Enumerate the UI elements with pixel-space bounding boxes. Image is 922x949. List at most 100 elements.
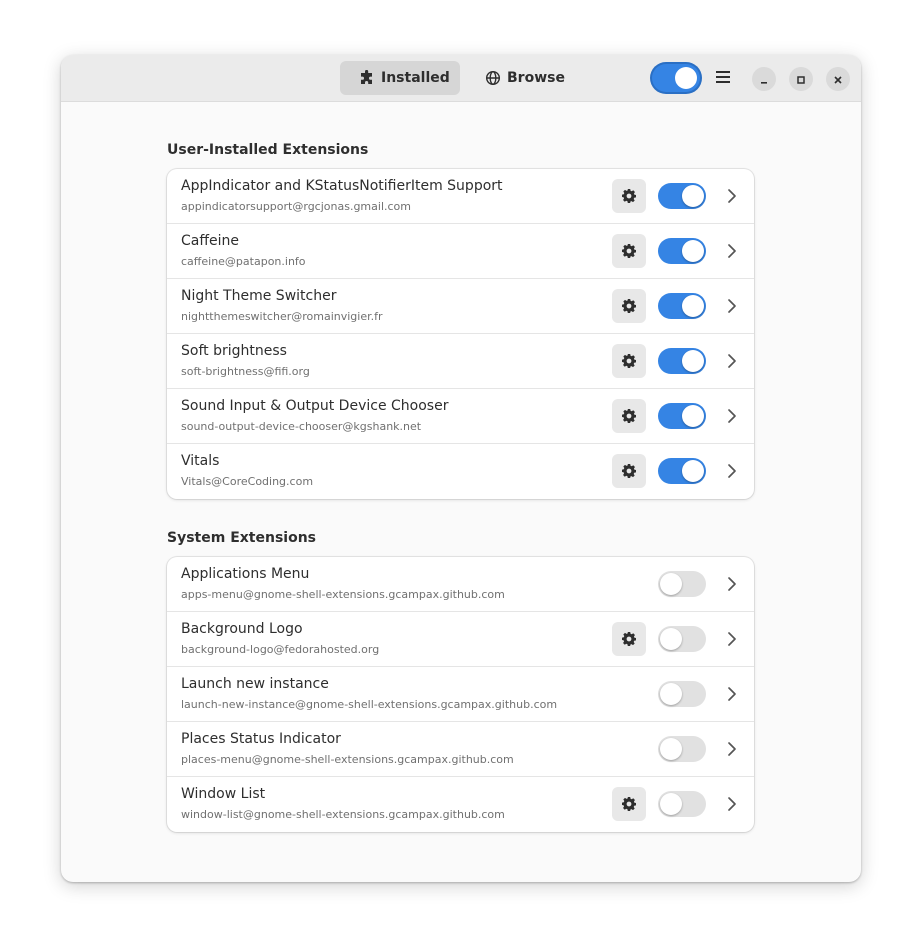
switch-knob bbox=[660, 573, 682, 595]
gear-icon bbox=[621, 188, 637, 204]
section-title-system: System Extensions bbox=[167, 530, 316, 546]
extension-name: Night Theme Switcher bbox=[181, 288, 337, 304]
extension-name: Caffeine bbox=[181, 233, 239, 249]
switch-knob bbox=[682, 240, 704, 262]
chevron-right-icon[interactable] bbox=[725, 243, 739, 259]
gear-icon bbox=[621, 631, 637, 647]
extension-uuid: apps-menu@gnome-shell-extensions.gcampax… bbox=[181, 588, 505, 601]
extension-uuid: launch-new-instance@gnome-shell-extensio… bbox=[181, 698, 558, 711]
extension-enable-switch[interactable] bbox=[658, 458, 706, 484]
extension-uuid: nightthemeswitcher@romainvigier.fr bbox=[181, 310, 383, 323]
switch-knob bbox=[660, 793, 682, 815]
extension-settings-button[interactable] bbox=[612, 344, 646, 378]
section-title-user: User-Installed Extensions bbox=[167, 142, 369, 158]
switch-knob bbox=[682, 350, 704, 372]
gear-icon bbox=[621, 796, 637, 812]
close-icon bbox=[833, 70, 843, 89]
chevron-right-icon[interactable] bbox=[725, 353, 739, 369]
extension-enable-switch[interactable] bbox=[658, 681, 706, 707]
switch-knob bbox=[682, 460, 704, 482]
switch-knob bbox=[682, 185, 704, 207]
system-extensions-list: Applications Menu apps-menu@gnome-shell-e… bbox=[167, 557, 754, 832]
extension-uuid: places-menu@gnome-shell-extensions.gcamp… bbox=[181, 753, 514, 766]
extension-uuid: window-list@gnome-shell-extensions.gcamp… bbox=[181, 808, 505, 821]
extension-row[interactable]: Vitals Vitals@CoreCoding.com bbox=[167, 444, 754, 499]
extension-row[interactable]: Caffeine caffeine@patapon.info bbox=[167, 224, 754, 279]
globe-icon bbox=[485, 70, 501, 86]
chevron-right-icon[interactable] bbox=[725, 686, 739, 702]
user-extensions-list: AppIndicator and KStatusNotifierItem Sup… bbox=[167, 169, 754, 499]
extension-name: AppIndicator and KStatusNotifierItem Sup… bbox=[181, 178, 503, 194]
extension-enable-switch[interactable] bbox=[658, 571, 706, 597]
chevron-right-icon[interactable] bbox=[725, 463, 739, 479]
chevron-right-icon[interactable] bbox=[725, 796, 739, 812]
switch-knob bbox=[682, 405, 704, 427]
extension-enable-switch[interactable] bbox=[658, 293, 706, 319]
extension-name: Sound Input & Output Device Chooser bbox=[181, 398, 449, 414]
chevron-right-icon[interactable] bbox=[725, 741, 739, 757]
extension-name: Background Logo bbox=[181, 621, 303, 637]
extension-enable-switch[interactable] bbox=[658, 736, 706, 762]
extension-uuid: appindicatorsupport@rgcjonas.gmail.com bbox=[181, 200, 411, 213]
extension-settings-button[interactable] bbox=[612, 289, 646, 323]
tab-browse-label: Browse bbox=[507, 70, 565, 86]
extension-name: Window List bbox=[181, 786, 266, 802]
switch-knob bbox=[682, 295, 704, 317]
gear-icon bbox=[621, 298, 637, 314]
extension-name: Places Status Indicator bbox=[181, 731, 341, 747]
main-menu-button[interactable] bbox=[712, 67, 734, 89]
extension-settings-button[interactable] bbox=[612, 234, 646, 268]
extension-row[interactable]: Sound Input & Output Device Chooser sound… bbox=[167, 389, 754, 444]
switch-knob bbox=[660, 738, 682, 760]
switch-knob bbox=[660, 683, 682, 705]
extensions-window: Installed Browse User-Installed Extensio… bbox=[61, 55, 861, 882]
tab-browse[interactable]: Browse bbox=[473, 61, 573, 95]
puzzle-icon bbox=[359, 70, 375, 86]
gear-icon bbox=[621, 463, 637, 479]
extension-enable-switch[interactable] bbox=[658, 238, 706, 264]
maximize-button[interactable] bbox=[789, 67, 813, 91]
extension-row[interactable]: Background Logo background-logo@fedorahos… bbox=[167, 612, 754, 667]
extension-row[interactable]: AppIndicator and KStatusNotifierItem Sup… bbox=[167, 169, 754, 224]
tab-installed[interactable]: Installed bbox=[340, 61, 460, 95]
extension-uuid: Vitals@CoreCoding.com bbox=[181, 475, 314, 488]
chevron-right-icon[interactable] bbox=[725, 408, 739, 424]
tab-installed-label: Installed bbox=[381, 70, 450, 86]
extension-uuid: soft-brightness@fifi.org bbox=[181, 365, 310, 378]
extension-row[interactable]: Applications Menu apps-menu@gnome-shell-e… bbox=[167, 557, 754, 612]
extension-row[interactable]: Soft brightness soft-brightness@fifi.org bbox=[167, 334, 754, 389]
gear-icon bbox=[621, 353, 637, 369]
extension-uuid: background-logo@fedorahosted.org bbox=[181, 643, 380, 656]
extension-enable-switch[interactable] bbox=[658, 403, 706, 429]
extension-name: Applications Menu bbox=[181, 566, 310, 582]
switch-knob bbox=[660, 628, 682, 650]
chevron-right-icon[interactable] bbox=[725, 631, 739, 647]
extension-enable-switch[interactable] bbox=[658, 791, 706, 817]
extension-uuid: sound-output-device-chooser@kgshank.net bbox=[181, 420, 422, 433]
extensions-content: User-Installed Extensions AppIndicator a… bbox=[167, 101, 754, 832]
extension-settings-button[interactable] bbox=[612, 787, 646, 821]
minimize-icon bbox=[759, 70, 769, 89]
extension-enable-switch[interactable] bbox=[658, 348, 706, 374]
chevron-right-icon[interactable] bbox=[725, 188, 739, 204]
extension-settings-button[interactable] bbox=[612, 399, 646, 433]
extension-row[interactable]: Launch new instance launch-new-instance@g… bbox=[167, 667, 754, 722]
chevron-right-icon[interactable] bbox=[725, 576, 739, 592]
extension-name: Soft brightness bbox=[181, 343, 287, 359]
extension-row[interactable]: Places Status Indicator places-menu@gnome… bbox=[167, 722, 754, 777]
global-extensions-toggle[interactable] bbox=[652, 64, 700, 92]
hamburger-icon bbox=[715, 69, 731, 88]
extension-row[interactable]: Night Theme Switcher nightthemeswitcher@r… bbox=[167, 279, 754, 334]
close-button[interactable] bbox=[826, 67, 850, 91]
extension-settings-button[interactable] bbox=[612, 454, 646, 488]
extension-row[interactable]: Window List window-list@gnome-shell-exten… bbox=[167, 777, 754, 832]
extension-settings-button[interactable] bbox=[612, 622, 646, 656]
minimize-button[interactable] bbox=[752, 67, 776, 91]
extension-name: Vitals bbox=[181, 453, 220, 469]
toggle-knob bbox=[675, 67, 697, 89]
extension-enable-switch[interactable] bbox=[658, 183, 706, 209]
gear-icon bbox=[621, 243, 637, 259]
extension-enable-switch[interactable] bbox=[658, 626, 706, 652]
extension-settings-button[interactable] bbox=[612, 179, 646, 213]
chevron-right-icon[interactable] bbox=[725, 298, 739, 314]
